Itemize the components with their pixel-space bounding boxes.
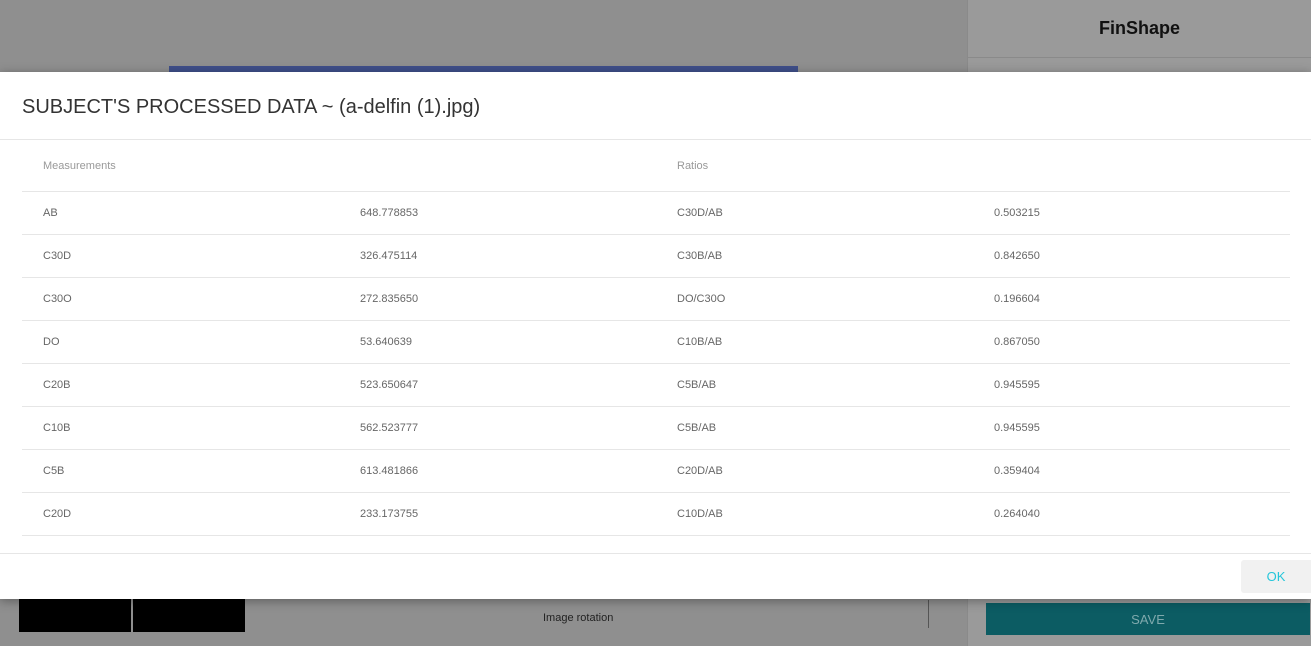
ratios-header: Ratios — [656, 141, 973, 192]
measurement-name: C5B — [22, 449, 339, 493]
measurement-name: AB — [22, 191, 339, 235]
table-row: C30D 326.475114 C30B/AB 0.842650 — [22, 234, 1290, 278]
ok-button[interactable]: OK — [1241, 560, 1311, 593]
measurement-value: 613.481866 — [339, 449, 656, 493]
ratio-name: C10B/AB — [656, 320, 973, 364]
measurement-name: C20B — [22, 363, 339, 407]
measurement-value: 272.835650 — [339, 277, 656, 321]
ratio-value: 0.196604 — [973, 277, 1290, 321]
dialog-body: Measurements Ratios AB 648.778853 C30D/A… — [22, 141, 1290, 536]
divider — [968, 57, 1311, 58]
dialog-header: SUBJECT'S PROCESSED DATA ~ (a-delfin (1)… — [0, 72, 1311, 140]
measurement-value: 523.650647 — [339, 363, 656, 407]
ratio-name: DO/C30O — [656, 277, 973, 321]
ratio-name: C5B/AB — [656, 363, 973, 407]
table-row: C30O 272.835650 DO/C30O 0.196604 — [22, 277, 1290, 321]
measurement-name: DO — [22, 320, 339, 364]
ratio-value: 0.264040 — [973, 492, 1290, 536]
measurement-name: C30D — [22, 234, 339, 278]
ratio-name: C5B/AB — [656, 406, 973, 450]
image-rotation-label: Image rotation — [543, 612, 614, 624]
ratio-name: C10D/AB — [656, 492, 973, 536]
table-row: C10B 562.523777 C5B/AB 0.945595 — [22, 406, 1290, 450]
measurement-name: C30O — [22, 277, 339, 321]
measurement-name: C10B — [22, 406, 339, 450]
ratio-value: 0.503215 — [973, 191, 1290, 235]
table-header-row: Measurements Ratios — [22, 141, 1290, 192]
save-button[interactable]: SAVE — [986, 603, 1310, 635]
ratio-name: C20D/AB — [656, 449, 973, 493]
measurement-name: C20D — [22, 492, 339, 536]
thumbnail[interactable] — [133, 599, 245, 632]
app-title: FinShape — [1098, 18, 1180, 38]
thumbnail[interactable] — [19, 599, 131, 632]
ratio-value: 0.945595 — [973, 363, 1290, 407]
table-row: AB 648.778853 C30D/AB 0.503215 — [22, 191, 1290, 235]
table-row: C20B 523.650647 C5B/AB 0.945595 — [22, 363, 1290, 407]
table-row: C20D 233.173755 C10D/AB 0.264040 — [22, 492, 1290, 536]
measurement-value: 648.778853 — [339, 191, 656, 235]
ratio-value: 0.359404 — [973, 449, 1290, 493]
dialog-footer: OK — [0, 553, 1311, 599]
ratio-name: C30B/AB — [656, 234, 973, 278]
processed-data-dialog: SUBJECT'S PROCESSED DATA ~ (a-delfin (1)… — [0, 72, 1311, 599]
measurements-header: Measurements — [22, 141, 339, 192]
processed-data-table: Measurements Ratios AB 648.778853 C30D/A… — [22, 141, 1290, 536]
divider — [928, 600, 929, 628]
ratio-value: 0.867050 — [973, 320, 1290, 364]
ratio-value: 0.842650 — [973, 234, 1290, 278]
table-row: C5B 613.481866 C20D/AB 0.359404 — [22, 449, 1290, 493]
table-row: DO 53.640639 C10B/AB 0.867050 — [22, 320, 1290, 364]
dialog-title: SUBJECT'S PROCESSED DATA ~ (a-delfin (1)… — [22, 96, 481, 118]
measurement-value: 233.173755 — [339, 492, 656, 536]
header-spacer — [973, 141, 1290, 192]
ratio-name: C30D/AB — [656, 191, 973, 235]
measurement-value: 326.475114 — [339, 234, 656, 278]
header-spacer — [339, 141, 656, 192]
ratio-value: 0.945595 — [973, 406, 1290, 450]
measurement-value: 562.523777 — [339, 406, 656, 450]
measurement-value: 53.640639 — [339, 320, 656, 364]
